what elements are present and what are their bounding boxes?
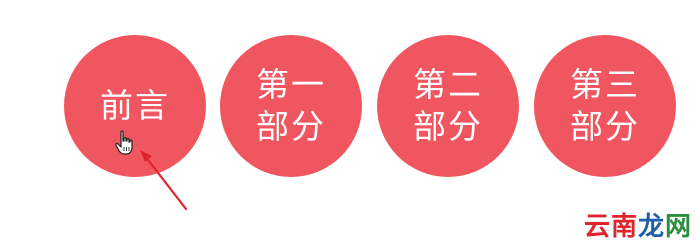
nav-circle-label: 第一	[256, 65, 326, 104]
watermark-part: 云南	[583, 212, 638, 242]
nav-circle-label: 部分	[256, 107, 326, 146]
nav-circle-part-two[interactable]: 第二 部分	[377, 35, 519, 177]
nav-circle-label: 部分	[413, 107, 483, 146]
nav-circle-label: 第三	[570, 65, 640, 104]
watermark-part: 网	[664, 212, 692, 242]
nav-circle-label: 第二	[413, 65, 483, 104]
watermark-part: 龙	[637, 212, 665, 242]
nav-circle-part-three[interactable]: 第三 部分	[534, 35, 676, 177]
nav-circle-part-one[interactable]: 第一 部分	[220, 35, 362, 177]
slide-canvas: 前言 第一 部分 第二 部分 第三 部分 云南龙网	[0, 0, 700, 248]
site-watermark: 云南龙网	[584, 212, 692, 242]
nav-circle-label: 前言	[100, 86, 170, 125]
hand-pointer-icon	[115, 130, 133, 155]
nav-circle-label: 部分	[570, 107, 640, 146]
